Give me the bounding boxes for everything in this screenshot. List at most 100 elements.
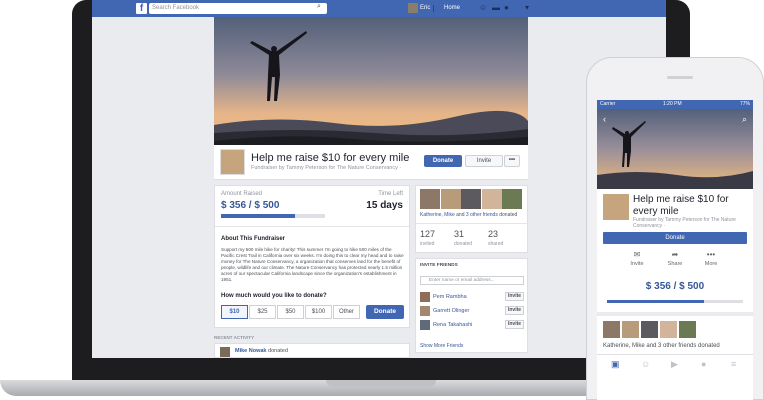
globe-icon[interactable]: ● [504, 3, 509, 12]
recent-activity-name[interactable]: Mike Nowak [235, 348, 266, 354]
tab-news-feed-icon[interactable]: ▣ [611, 359, 620, 370]
show-more-friends-link[interactable]: Show More Friends [420, 343, 463, 349]
phone-speaker [667, 76, 693, 79]
stat-donated-label: donated [454, 241, 473, 247]
invite-search-input[interactable]: Enter name or email address... [420, 276, 524, 285]
carrier-label: Carrier [600, 101, 616, 107]
friends-donated-suffix: donated [497, 212, 518, 218]
recent-activity-title: RECENT ACTIVITY [214, 335, 255, 340]
phone-screen: Carrier 1:20 PM 77% ‹ ⌕ Help me raise $1… [597, 100, 753, 400]
fundraiser-thumbnail [603, 194, 629, 220]
friend-name[interactable]: Rena Takahashi [433, 322, 472, 328]
stat-donated-value: 31 [454, 229, 465, 239]
phone-share-action[interactable]: ➦ Share [655, 250, 695, 267]
phone-status-bar: Carrier 1:20 PM 77% [597, 100, 753, 109]
avatar[interactable] [220, 347, 230, 357]
laptop-notch [326, 380, 436, 387]
search-icon[interactable]: ⌕ [317, 3, 321, 11]
friends-and: and [454, 212, 466, 218]
avatar[interactable] [420, 292, 430, 302]
phone-share-label: Share [667, 261, 683, 267]
friend-name[interactable]: Garrett Olinger [433, 308, 469, 314]
fundraiser-details-card: Amount Raised Time Left $ 356 / $ 500 15… [214, 185, 410, 328]
lock-icon[interactable]: ▾ [525, 3, 529, 12]
phone-donor-avatars [603, 321, 698, 339]
friends-summary-card: Katherine, Mike and 3 other friends dona… [415, 185, 528, 253]
phone-tab-bar: ▣ ☺ ▶ ● ≡ [597, 354, 753, 374]
recent-activity-row: Mike Nowak donated [214, 343, 410, 358]
donate-submit-button[interactable]: Donate [366, 305, 404, 319]
phone-fundraiser-subtitle: Fundraiser by Tammy Peterson for The Nat… [633, 217, 736, 229]
phone-amount-raised: $ 356 / $ 500 [645, 281, 705, 292]
tab-globe-icon[interactable]: ● [701, 359, 706, 369]
progress-fill [221, 214, 296, 218]
invite-icon: ✉ [633, 250, 641, 259]
amount-raised-value: $ 356 / $ 500 [221, 200, 280, 211]
phone-donate-button[interactable]: Donate [603, 232, 747, 244]
invite-friend-button[interactable]: Invite [505, 306, 524, 315]
friend-row: Garrett Olinger Invite [420, 305, 524, 317]
more-options-button[interactable]: ••• [504, 155, 520, 167]
phone-more-action[interactable]: ••• More [691, 250, 731, 267]
amount-raised-label: Amount Raised [221, 191, 263, 197]
invite-friend-button[interactable]: Invite [505, 320, 524, 329]
avatar[interactable] [420, 189, 440, 209]
fundraiser-subtitle: Fundraiser by Tammy Peterson for The Nat… [251, 165, 402, 171]
amount-option-25[interactable]: $25 [249, 305, 276, 319]
time-left-value: 15 days [366, 200, 403, 211]
amount-option-50[interactable]: $50 [277, 305, 304, 319]
facebook-top-bar: f Search Facebook ⌕ Eric Home ☺ ▬ ● ▾ [92, 0, 666, 17]
divider [416, 223, 527, 224]
phone-invite-action[interactable]: ✉ Invite [617, 250, 657, 267]
user-avatar[interactable] [408, 3, 418, 13]
invite-button[interactable]: Invite [465, 155, 503, 167]
messages-icon[interactable]: ▬ [492, 3, 500, 12]
about-title: About This Fundraiser [221, 236, 286, 242]
home-link[interactable]: Home [444, 5, 460, 11]
amount-option-10[interactable]: $10 [221, 305, 248, 319]
facebook-logo-icon[interactable]: f [136, 3, 147, 14]
tab-video-icon[interactable]: ▶ [671, 359, 678, 370]
more-icon: ••• [706, 250, 716, 259]
other-friends-link[interactable]: 3 other friends [466, 212, 498, 218]
avatar[interactable] [641, 321, 658, 338]
avatar[interactable] [420, 320, 430, 330]
avatar[interactable] [420, 306, 430, 316]
laptop-screen: f Search Facebook ⌕ Eric Home ☺ ▬ ● ▾ He… [92, 0, 666, 358]
invite-friend-button[interactable]: Invite [505, 292, 524, 301]
phone-more-label: More [704, 261, 718, 267]
avatar[interactable] [603, 321, 620, 338]
search-input[interactable]: Search Facebook [149, 3, 327, 14]
phone-progress-bar [607, 300, 743, 303]
search-icon[interactable]: ⌕ [742, 114, 747, 125]
avatar[interactable] [481, 189, 502, 209]
clock: 1:20 PM [663, 101, 682, 107]
about-body: Support my 500 mile hike for charity! Th… [221, 247, 404, 282]
avatar[interactable] [502, 189, 523, 209]
donor-avatars [420, 189, 524, 209]
divider [215, 226, 409, 227]
avatar[interactable] [461, 189, 482, 209]
avatar[interactable] [440, 189, 461, 209]
divider [597, 312, 753, 316]
friends-donated-text: Katherine, Mike and 3 other friends dona… [420, 212, 517, 218]
back-icon[interactable]: ‹ [603, 114, 606, 124]
fundraiser-thumbnail [220, 149, 245, 175]
tab-menu-icon[interactable]: ≡ [731, 359, 736, 369]
avatar[interactable] [660, 321, 677, 338]
recent-activity-text: Mike Nowak donated [235, 348, 288, 354]
amount-option-100[interactable]: $100 [305, 305, 332, 319]
battery-level: 77% [739, 101, 750, 107]
donate-button[interactable]: Donate [424, 155, 462, 167]
avatar[interactable] [679, 321, 696, 338]
friend-name[interactable]: Pem Rambha [433, 294, 467, 300]
friends-icon[interactable]: ☺ [479, 3, 487, 12]
tab-friends-icon[interactable]: ☺ [641, 359, 650, 369]
friends-names-link[interactable]: Katherine, Mike [420, 212, 455, 218]
progress-bar [221, 214, 325, 218]
fundraiser-title: Help me raise $10 for every mile [251, 152, 410, 164]
fundraiser-header: Help me raise $10 for every mile Fundrai… [214, 145, 528, 180]
amount-option-other[interactable]: Other [333, 305, 360, 319]
avatar[interactable] [622, 321, 639, 338]
user-name-link[interactable]: Eric [420, 5, 430, 11]
